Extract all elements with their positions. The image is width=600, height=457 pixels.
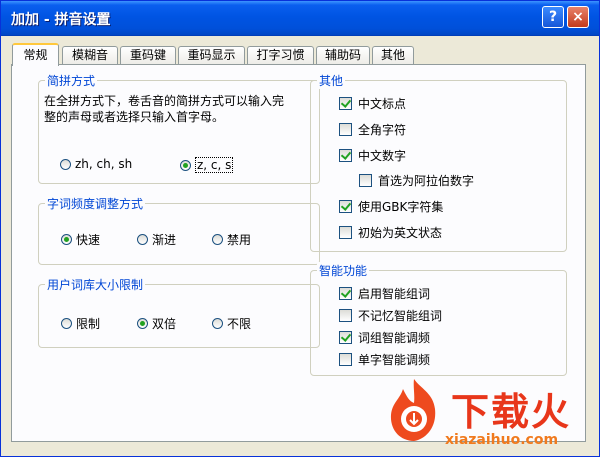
frequency-option-label: 禁用 [227, 233, 252, 247]
radio-icon[interactable] [137, 234, 148, 245]
jianpin-group: 简拼方式 在全拼方式下，卷舌音的简拼方式可以输入完整的声母或者选择只输入首字母。… [38, 72, 320, 184]
checkbox-label: 词组智能调频 [358, 331, 431, 345]
checkbox-icon[interactable] [339, 226, 352, 239]
checkbox-use-gbk[interactable]: 使用GBK字符集 [339, 198, 443, 215]
flame-logo-icon [390, 379, 436, 441]
other-group: 其他 中文标点 全角字符 中文数字 首选为阿拉伯数字 使用GBK字符集 初始为英… [310, 72, 567, 252]
dict-limit-group-title: 用户词库大小限制 [45, 276, 146, 293]
dict-limit-group: 用户词库大小限制 限制 双倍 不限 [38, 276, 320, 348]
checkbox-initial-english[interactable]: 初始为英文状态 [339, 224, 442, 241]
checkbox-label: 首选为阿拉伯数字 [378, 174, 475, 188]
tab-fuzzy-sound[interactable]: 模糊音 [62, 46, 118, 65]
radio-selected-icon[interactable] [61, 234, 72, 245]
tab-general[interactable]: 常规 [12, 43, 59, 66]
radio-icon[interactable] [212, 318, 223, 329]
radio-icon[interactable] [61, 318, 72, 329]
checkbox-fullwidth-chars[interactable]: 全角字符 [339, 121, 406, 138]
checkbox-label: 使用GBK字符集 [358, 200, 444, 214]
jianpin-option-zh-ch-sh[interactable]: zh, ch, sh [60, 157, 132, 171]
checkbox-checked-icon[interactable] [339, 97, 352, 110]
checkbox-label: 启用智能组词 [358, 287, 431, 301]
checkbox-icon[interactable] [339, 353, 352, 366]
checkbox-icon[interactable] [339, 309, 352, 322]
checkbox-label: 初始为英文状态 [358, 226, 443, 240]
checkbox-icon[interactable] [339, 123, 352, 136]
radio-selected-icon[interactable] [137, 318, 148, 329]
help-button[interactable]: ? [542, 6, 564, 28]
checkbox-prefer-arabic-digits[interactable]: 首选为阿拉伯数字 [359, 172, 474, 189]
dict-limit-option-label: 不限 [227, 317, 252, 331]
checkbox-label: 不记忆智能组词 [358, 309, 443, 323]
dict-limit-option-unlimited[interactable]: 不限 [212, 315, 251, 332]
jianpin-group-title: 简拼方式 [45, 72, 98, 89]
close-button[interactable]: × [567, 6, 589, 28]
dict-limit-option-limit[interactable]: 限制 [61, 315, 100, 332]
radio-selected-icon[interactable] [180, 159, 191, 171]
tab-typing-habits[interactable]: 打字习惯 [247, 46, 314, 65]
jianpin-description: 在全拼方式下，卷舌音的简拼方式可以输入完整的声母或者选择只输入首字母。 [44, 94, 285, 124]
smart-group-title: 智能功能 [317, 262, 370, 279]
tab-duplicate-display[interactable]: 重码显示 [178, 46, 245, 65]
tab-other[interactable]: 其他 [372, 46, 414, 65]
checkbox-label: 中文标点 [358, 97, 407, 111]
checkbox-no-remember-smart-phrase[interactable]: 不记忆智能组词 [339, 307, 442, 324]
smart-group: 智能功能 启用智能组词 不记忆智能组词 词组智能调频 单字智能调频 [310, 262, 567, 376]
checkbox-chinese-digits[interactable]: 中文数字 [339, 147, 406, 164]
frequency-option-gradual[interactable]: 渐进 [137, 231, 176, 248]
radio-icon[interactable] [212, 234, 223, 245]
checkbox-checked-icon[interactable] [339, 149, 352, 162]
radio-icon[interactable] [60, 158, 71, 170]
other-group-title: 其他 [317, 72, 346, 89]
checkbox-char-smart-frequency[interactable]: 单字智能调频 [339, 351, 430, 368]
checkbox-chinese-punctuation[interactable]: 中文标点 [339, 95, 406, 112]
frequency-option-fast[interactable]: 快速 [61, 231, 100, 248]
title-bar[interactable]: 加加 - 拼音设置 ? × [1, 1, 599, 36]
frequency-option-label: 渐进 [152, 233, 177, 247]
checkbox-checked-icon[interactable] [339, 200, 352, 213]
checkbox-checked-icon[interactable] [339, 287, 352, 300]
checkbox-icon[interactable] [359, 174, 372, 187]
checkbox-label: 单字智能调频 [358, 353, 431, 367]
jianpin-option-z-c-s[interactable]: z, c, s [180, 157, 234, 173]
tab-duplicate-key[interactable]: 重码键 [120, 46, 176, 65]
jianpin-option-label: zh, ch, sh [75, 157, 133, 171]
checkbox-checked-icon[interactable] [339, 331, 352, 344]
dict-limit-option-double[interactable]: 双倍 [137, 315, 176, 332]
frequency-group-title: 字词频度调整方式 [45, 195, 146, 212]
frequency-group: 字词频度调整方式 快速 渐进 禁用 [38, 195, 320, 265]
checkbox-label: 中文数字 [358, 149, 407, 163]
watermark-url: xiazaihuo.com [445, 432, 559, 448]
settings-dialog: 加加 - 拼音设置 ? × 常规 模糊音 重码键 重码显示 打字习惯 辅助码 其… [0, 0, 600, 457]
dict-limit-option-label: 双倍 [152, 317, 177, 331]
checkbox-phrase-smart-frequency[interactable]: 词组智能调频 [339, 329, 430, 346]
checkbox-enable-smart-phrase[interactable]: 启用智能组词 [339, 285, 430, 302]
checkbox-label: 全角字符 [358, 123, 407, 137]
frequency-option-disabled[interactable]: 禁用 [212, 231, 251, 248]
tab-aux-code[interactable]: 辅助码 [316, 46, 370, 65]
jianpin-option-label: z, c, s [195, 157, 234, 173]
watermark: 下载火 xiazaihuo.com [381, 375, 596, 453]
watermark-brand: 下载火 [451, 390, 572, 434]
frequency-option-label: 快速 [76, 233, 101, 247]
window-title: 加加 - 拼音设置 [11, 12, 111, 28]
dict-limit-option-label: 限制 [76, 317, 101, 331]
